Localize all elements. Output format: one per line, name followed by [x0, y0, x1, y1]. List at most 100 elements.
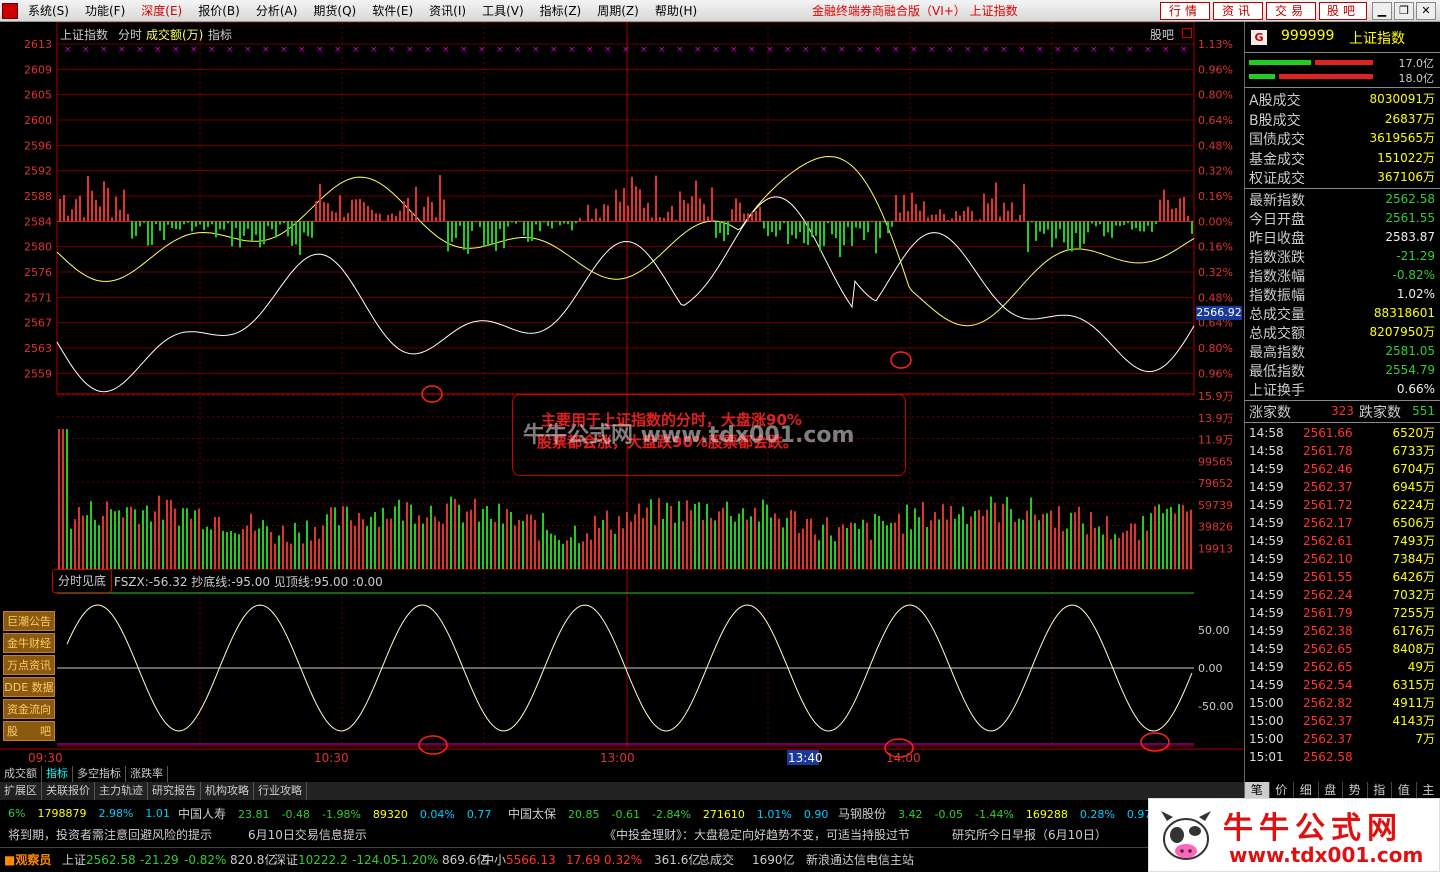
tick-row[interactable]: 14:59 2561.79 7255万 [1245, 604, 1440, 622]
menu-info[interactable]: 资讯(I) [421, 0, 474, 22]
price-label: 2605 [24, 89, 52, 102]
tick-row[interactable]: 14:59 2562.65 8408万 [1245, 640, 1440, 658]
tick-row[interactable]: 14:59 2562.17 6506万 [1245, 514, 1440, 532]
menu-help[interactable]: 帮助(H) [647, 0, 705, 22]
minimize-icon[interactable]: ▁ [1372, 2, 1392, 20]
side-tab-capital-flow[interactable]: 资金流向 [3, 699, 55, 719]
quote-tab[interactable]: 主 [1417, 782, 1440, 798]
menu-software[interactable]: 软件(E) [364, 0, 421, 22]
stat-value: 2562.58 [1385, 192, 1435, 206]
extension-tab[interactable]: 扩展区 [0, 782, 42, 800]
indicator-title[interactable]: 分时见底 [52, 569, 112, 593]
sh-change: -21.29 [140, 853, 179, 867]
volume-label: 权证成交 [1249, 171, 1305, 188]
side-tab-dde[interactable]: DDE 数据 [3, 677, 55, 697]
market-button[interactable]: 行情 [1160, 2, 1210, 20]
time-label: 13:40 [788, 751, 823, 765]
extension-tab[interactable]: 机构攻略 [201, 782, 254, 800]
menu-system[interactable]: 系统(S) [20, 0, 77, 22]
tick-row[interactable]: 14:59 2562.10 7384万 [1245, 550, 1440, 568]
volume-label: 国债成交 [1249, 132, 1305, 149]
chart-guba-link[interactable]: 股吧 [1150, 26, 1174, 43]
g-badge-icon[interactable]: G [1251, 30, 1267, 45]
tick-row[interactable]: 14:59 2562.37 6945万 [1245, 478, 1440, 496]
news-item-1[interactable]: 将到期，投资者需注意回避风险的提示 [8, 825, 212, 845]
tick-row[interactable]: 14:59 2562.61 7493万 [1245, 532, 1440, 550]
tick-price: 2562.37 [1303, 732, 1353, 746]
news-item-3[interactable]: 《中投金理财》：大盘稳定向好趋势不变，可适当持股过节 [604, 825, 910, 845]
indicator-tab[interactable]: 成交额 [0, 766, 42, 782]
quote-tab[interactable]: 势 [1343, 782, 1368, 798]
extension-tab[interactable]: 主力轨迹 [95, 782, 148, 800]
quote-tab[interactable]: 细 [1294, 782, 1319, 798]
menu-function[interactable]: 功能(F) [77, 0, 133, 22]
intraday-chart-pane[interactable]: 2613 1.13% 2609 0.96% 2605 0.80% 2600 0.64% 2596… [0, 21, 1244, 766]
observer-label[interactable]: ■观察员 [4, 848, 51, 872]
extension-tab[interactable]: 关联报价 [42, 782, 95, 800]
close-icon[interactable]: ✕ [1416, 2, 1436, 20]
tick-row[interactable]: 14:59 2562.54 6315万 [1245, 676, 1440, 694]
pct-label: 0.80% [1198, 89, 1233, 102]
tick-row[interactable]: 15:00 2562.82 4911万 [1245, 694, 1440, 712]
tick-price: 2562.46 [1303, 462, 1353, 476]
tick-row[interactable]: 15:00 2562.37 4143万 [1245, 712, 1440, 730]
menu-analysis[interactable]: 分析(A) [248, 0, 306, 22]
server-name[interactable]: 新浪通达信电信主站 [806, 848, 914, 872]
chart-close-icon[interactable] [1182, 28, 1192, 38]
side-tab-finance[interactable]: 金牛财经 [3, 633, 55, 653]
signal-marker: × [1162, 45, 1170, 55]
related-stock[interactable]: 马钢股份 3.42 -0.05 -1.44% 169288 0.28% 0.97 [838, 804, 1163, 825]
trade-button[interactable]: 交易 [1266, 2, 1316, 20]
signal-marker: × [514, 45, 522, 55]
tick-row[interactable]: 14:59 2561.55 6426万 [1245, 568, 1440, 586]
chart-indicator-amount[interactable]: 成交额(万) [146, 26, 203, 43]
pct-label: 0.00% [1198, 215, 1233, 228]
quote-tab[interactable]: 盘 [1319, 782, 1343, 798]
tick-row[interactable]: 14:59 2561.72 6224万 [1245, 496, 1440, 514]
chart-indicator-tab[interactable]: 指标 [208, 26, 232, 43]
side-tab-announcements[interactable]: 巨潮公告 [3, 611, 55, 631]
extension-tab[interactable]: 行业攻略 [254, 782, 307, 800]
restore-icon[interactable]: ❐ [1394, 2, 1414, 20]
signal-marker: × [388, 45, 396, 55]
news-button[interactable]: 资讯 [1213, 2, 1263, 20]
chart-watermark: 牛牛公式网 www.tdx001.com [523, 423, 855, 448]
quote-tab[interactable]: 价 [1270, 782, 1294, 798]
indicator-tab[interactable]: 多空指标 [73, 766, 126, 782]
tick-row[interactable]: 15:00 2562.37 7万 [1245, 730, 1440, 748]
tick-row[interactable]: 14:59 2562.46 6704万 [1245, 460, 1440, 478]
news-item-2[interactable]: 6月10日交易信息提示 [248, 825, 367, 845]
chart-period[interactable]: 分时 [118, 26, 142, 43]
related-stock-field: -2.84% [651, 808, 691, 821]
related-stock[interactable]: 6% 1798879 2.98% 1.01 [8, 804, 182, 824]
news-item-4[interactable]: 研究所今日早报（6月10日） [952, 825, 1107, 845]
signal-marker: × [838, 45, 846, 55]
menu-period[interactable]: 周期(Z) [589, 0, 647, 22]
stat-value: 88318601 [1373, 306, 1435, 320]
related-stock[interactable]: 中国人寿 23.81 -0.48 -1.98% 89320 0.04% 0.77 [178, 804, 503, 825]
menu-indicator[interactable]: 指标(Z) [532, 0, 590, 22]
tick-row[interactable]: 14:59 2562.24 7032万 [1245, 586, 1440, 604]
guba-button[interactable]: 股吧 [1319, 2, 1367, 20]
tick-row[interactable]: 14:59 2562.38 6176万 [1245, 622, 1440, 640]
side-tab-news[interactable]: 万点资讯 [3, 655, 55, 675]
side-tab-guba[interactable]: 股 吧 [3, 721, 55, 741]
tick-row[interactable]: 14:58 2561.66 6520万 [1245, 424, 1440, 442]
menu-tools[interactable]: 工具(V) [474, 0, 532, 22]
quote-tab[interactable]: 指 [1368, 782, 1392, 798]
tick-row[interactable]: 15:01 2562.58 [1245, 748, 1440, 766]
menu-futures[interactable]: 期货(Q) [305, 0, 364, 22]
related-stock[interactable]: 中国太保 20.85 -0.61 -2.84% 271610 1.01% 0.90 [508, 804, 840, 825]
extension-tab[interactable]: 研究报告 [148, 782, 201, 800]
indicator-tab[interactable]: 指标 [42, 766, 73, 782]
signal-marker: × [82, 45, 90, 55]
menu-depth[interactable]: 深度(E) [133, 0, 190, 22]
quote-tab[interactable]: 笔 [1245, 782, 1270, 798]
quote-tab[interactable]: 值 [1392, 782, 1417, 798]
tick-row[interactable]: 14:59 2562.65 49万 [1245, 658, 1440, 676]
menu-quote[interactable]: 报价(B) [190, 0, 248, 22]
indicator-tab[interactable]: 涨跌率 [126, 766, 168, 782]
tick-price: 2561.66 [1303, 426, 1353, 440]
tick-row[interactable]: 14:58 2561.78 6733万 [1245, 442, 1440, 460]
stat-row: 最新指数 2562.58 [1245, 190, 1440, 209]
